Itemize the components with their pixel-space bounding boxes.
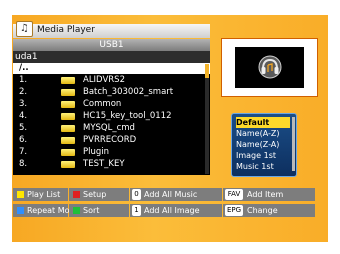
sort-hint[interactable]: Sort: [69, 204, 129, 217]
item-name: ALIDVRS2: [83, 75, 125, 85]
sort-option-name-az[interactable]: Name(A-Z): [236, 128, 290, 139]
fav-key-badge: FAV: [225, 189, 243, 200]
folder-icon: [61, 101, 75, 108]
folder-icon: [61, 113, 75, 120]
blue-key-icon: [17, 207, 24, 214]
add-all-music-hint[interactable]: 0 Add All Music: [130, 188, 222, 201]
item-name: Common: [83, 99, 122, 109]
item-index: 8.: [19, 159, 28, 169]
item-index: 5.: [19, 123, 28, 133]
title-bar: ♫ Media Player: [13, 21, 210, 38]
list-item[interactable]: 5. MYSQL_cmd: [13, 123, 210, 134]
path-text: uda1: [15, 52, 38, 62]
item-index: 4.: [19, 111, 28, 121]
add-all-image-hint[interactable]: 1 Add All Image: [130, 204, 222, 217]
zero-key-badge: 0: [132, 189, 141, 200]
folder-icon: [61, 77, 75, 84]
yellow-key-icon: [17, 191, 24, 198]
green-key-icon: [73, 207, 80, 214]
setup-hint[interactable]: Setup: [69, 188, 129, 201]
item-name: Plugin: [83, 147, 110, 157]
change-hint[interactable]: EPG Change: [223, 204, 315, 217]
item-name: TEST_KEY: [83, 159, 125, 169]
list-item[interactable]: 6. PVRRECORD: [13, 135, 210, 146]
item-name: MYSQL_cmd: [83, 123, 135, 133]
epg-key-badge: EPG: [225, 205, 243, 216]
play-list-label: Play List: [27, 190, 61, 199]
add-item-label: Add Item: [247, 190, 284, 199]
item-name: PVRRECORD: [83, 135, 137, 145]
list-scrollbar[interactable]: [205, 64, 209, 174]
current-path: uda1: [13, 51, 210, 63]
sort-menu: Default Name(A-Z) Name(Z-A) Image 1st Mu…: [231, 113, 297, 177]
repeat-mode-hint[interactable]: Repeat Mode: [13, 204, 80, 217]
add-item-hint[interactable]: FAV Add Item: [223, 188, 315, 201]
item-index: 6.: [19, 135, 28, 145]
sort-option-default[interactable]: Default: [236, 117, 290, 128]
play-list-hint[interactable]: Play List: [13, 188, 68, 201]
setup-label: Setup: [83, 190, 107, 199]
sort-option-name-za[interactable]: Name(Z-A): [236, 139, 290, 150]
folder-icon: [61, 149, 75, 156]
sort-option-music-first[interactable]: Music 1st: [236, 161, 290, 172]
one-key-badge: 1: [132, 205, 141, 216]
item-index: 7.: [19, 147, 28, 157]
sort-menu-scrollbar[interactable]: [292, 117, 295, 171]
music-note-icon: ♫: [16, 21, 33, 37]
up-entry-label: /..: [19, 63, 29, 73]
preview-panel: [221, 38, 318, 97]
list-item[interactable]: 4. HC15_key_tool_0112: [13, 111, 210, 122]
red-key-icon: [73, 191, 80, 198]
item-index: 1.: [19, 75, 28, 85]
window-title: Media Player: [37, 25, 95, 35]
item-index: 2.: [19, 87, 28, 97]
change-label: Change: [247, 206, 278, 215]
list-item-up[interactable]: /..: [13, 63, 210, 74]
folder-icon: [61, 161, 75, 168]
sort-label: Sort: [83, 206, 100, 215]
hint-bar: Play List Setup 0 Add All Music FAV Add …: [13, 185, 316, 221]
list-item[interactable]: 8. TEST_KEY: [13, 159, 210, 170]
add-all-image-label: Add All Image: [144, 206, 200, 215]
item-name: HC15_key_tool_0112: [83, 111, 172, 121]
list-item[interactable]: 3. Common: [13, 99, 210, 110]
list-item[interactable]: 2. Batch_303002_smart: [13, 87, 210, 98]
preview-image: [235, 47, 304, 88]
list-item[interactable]: 1. ALIDVRS2: [13, 75, 210, 86]
folder-icon: [61, 89, 75, 96]
folder-icon: [61, 137, 75, 144]
folder-icon: [61, 125, 75, 132]
device-label: USB1: [13, 39, 210, 51]
scrollbar-thumb[interactable]: [205, 64, 209, 78]
sort-option-image-first[interactable]: Image 1st: [236, 150, 290, 161]
headphones-icon: [258, 55, 282, 79]
item-index: 3.: [19, 99, 28, 109]
list-item[interactable]: 7. Plugin: [13, 147, 210, 158]
item-name: Batch_303002_smart: [83, 87, 174, 97]
add-all-music-label: Add All Music: [144, 190, 198, 199]
file-list: /.. 1. ALIDVRS2 2. Batch_303002_smart 3.…: [13, 63, 210, 175]
